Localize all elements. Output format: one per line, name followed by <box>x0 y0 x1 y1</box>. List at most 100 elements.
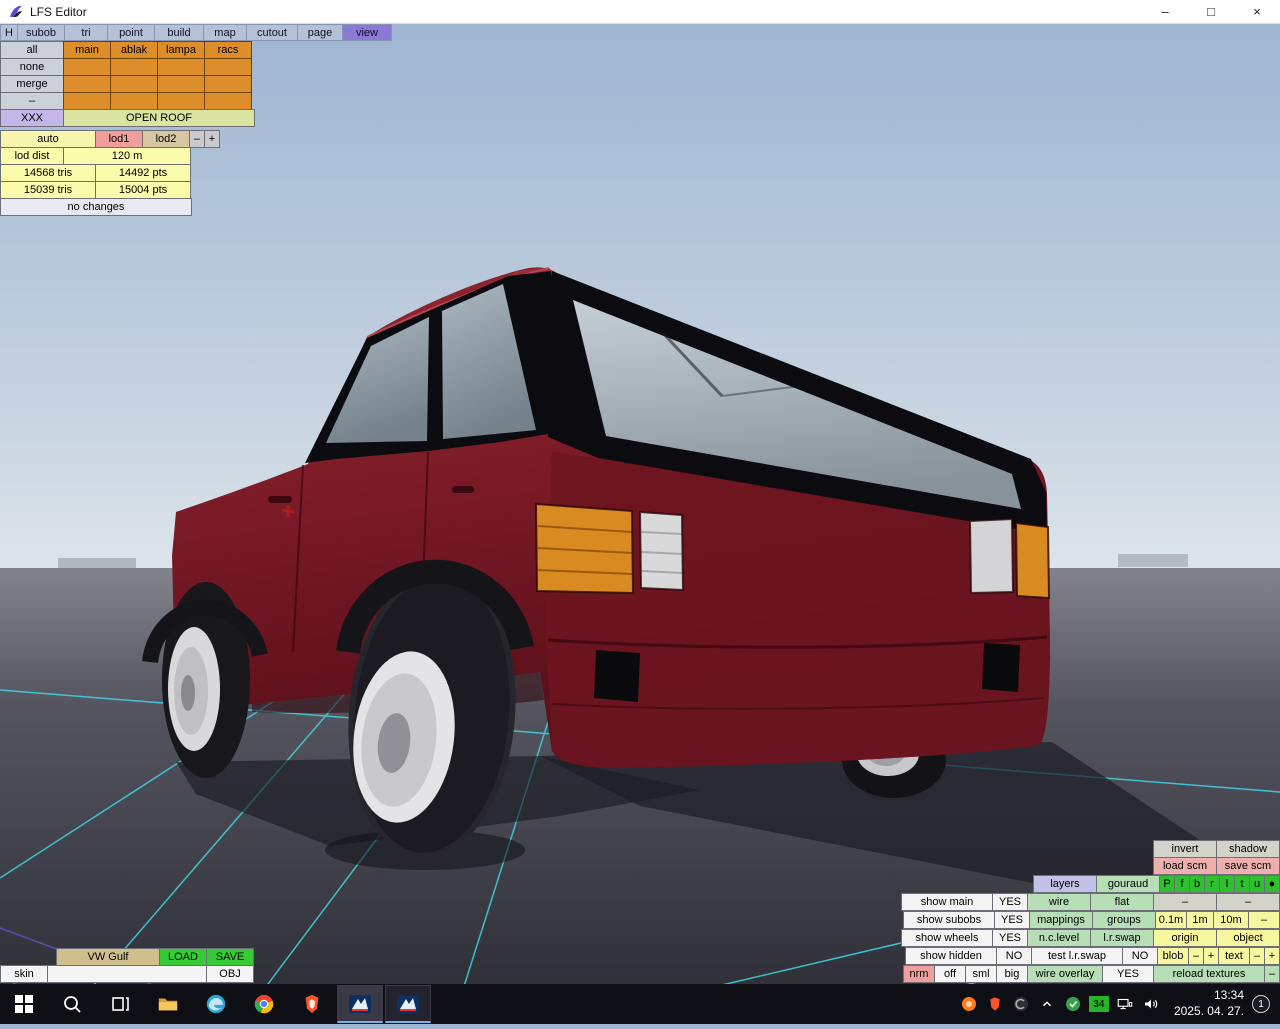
close-button[interactable]: × <box>1234 0 1280 24</box>
select-all-button[interactable]: all <box>0 41 64 59</box>
mappings-button[interactable]: mappings <box>1029 911 1093 929</box>
menu-point[interactable]: point <box>107 24 155 41</box>
group-slot[interactable] <box>63 58 111 76</box>
dash-a-button[interactable]: – <box>1153 893 1217 911</box>
group-main[interactable]: main <box>63 41 111 59</box>
proj-l-button[interactable]: l <box>1219 875 1235 893</box>
shadow-button[interactable]: shadow <box>1216 840 1280 858</box>
dash-b-button[interactable]: – <box>1216 893 1280 911</box>
group-lampa[interactable]: lampa <box>157 41 205 59</box>
group-slot[interactable] <box>63 92 111 110</box>
temp-badge-button[interactable]: 34 <box>1086 984 1112 1024</box>
show-subobs-toggle[interactable]: YES <box>994 911 1030 929</box>
file-explorer-button[interactable] <box>144 984 192 1024</box>
edge-button[interactable] <box>192 984 240 1024</box>
lod2-button[interactable]: lod2 <box>142 130 190 148</box>
search-button[interactable] <box>48 984 96 1024</box>
save-button[interactable]: SAVE <box>206 948 254 966</box>
proj-p-button[interactable]: P <box>1159 875 1175 893</box>
show-main-toggle[interactable]: YES <box>992 893 1028 911</box>
tray-swirl-button[interactable] <box>1008 984 1034 1024</box>
grid-dash-button[interactable]: – <box>1248 911 1280 929</box>
group-slot[interactable] <box>204 75 252 93</box>
origin-button[interactable]: origin <box>1153 929 1217 947</box>
proj-r-button[interactable]: r <box>1204 875 1220 893</box>
lod-plus-button[interactable]: + <box>204 130 220 148</box>
text-minus-button[interactable]: – <box>1249 947 1265 965</box>
tray-brave-button[interactable] <box>982 984 1008 1024</box>
menu-h[interactable]: H <box>0 24 18 41</box>
maximize-button[interactable]: □ <box>1188 0 1234 24</box>
text-button[interactable]: text <box>1218 947 1250 965</box>
grid-10m-button[interactable]: 10m <box>1213 911 1249 929</box>
group-slot[interactable] <box>157 58 205 76</box>
notification-badge[interactable]: 1 <box>1252 995 1270 1013</box>
test-lr-swap-toggle[interactable]: NO <box>1122 947 1158 965</box>
group-slot[interactable] <box>204 92 252 110</box>
skin-label[interactable]: skin <box>0 965 48 983</box>
blob-button[interactable]: blob <box>1157 947 1189 965</box>
load-scm-button[interactable]: load scm <box>1153 857 1217 875</box>
group-slot[interactable] <box>110 58 158 76</box>
proj-dot-button[interactable]: ● <box>1264 875 1280 893</box>
text-plus-button[interactable]: + <box>1264 947 1280 965</box>
menu-subob[interactable]: subob <box>17 24 65 41</box>
tray-orange-button[interactable] <box>956 984 982 1024</box>
grid-1m-button[interactable]: 1m <box>1186 911 1214 929</box>
show-wheels-label[interactable]: show wheels <box>901 929 993 947</box>
lod1-button[interactable]: lod1 <box>95 130 143 148</box>
group-ablak[interactable]: ablak <box>110 41 158 59</box>
obj-button[interactable]: OBJ <box>206 965 254 983</box>
wire-overlay-toggle[interactable]: YES <box>1102 965 1154 983</box>
menu-build[interactable]: build <box>154 24 204 41</box>
proj-b-button[interactable]: b <box>1189 875 1205 893</box>
show-subobs-label[interactable]: show subobs <box>903 911 995 929</box>
invert-button[interactable]: invert <box>1153 840 1217 858</box>
select-none-button[interactable]: none <box>0 58 64 76</box>
flat-button[interactable]: flat <box>1090 893 1154 911</box>
menu-map[interactable]: map <box>203 24 247 41</box>
proj-u-button[interactable]: u <box>1249 875 1265 893</box>
lod-minus-button[interactable]: – <box>189 130 205 148</box>
blob-minus-button[interactable]: – <box>1188 947 1204 965</box>
wire-overlay-label[interactable]: wire overlay <box>1027 965 1103 983</box>
menu-view[interactable]: view <box>342 24 392 41</box>
nrm-big-button[interactable]: big <box>996 965 1028 983</box>
clock[interactable]: 13:34 2025. 04. 27. <box>1174 988 1244 1019</box>
lod-auto-button[interactable]: auto <box>0 130 96 148</box>
nrm-button[interactable]: nrm <box>903 965 935 983</box>
blob-plus-button[interactable]: + <box>1203 947 1219 965</box>
show-wheels-toggle[interactable]: YES <box>992 929 1028 947</box>
open-roof-button[interactable]: OPEN ROOF <box>63 109 255 127</box>
vehicle-name[interactable]: VW Gulf <box>56 948 160 966</box>
group-slot[interactable] <box>204 58 252 76</box>
brave-button[interactable] <box>288 984 336 1024</box>
tray-green-button[interactable] <box>1060 984 1086 1024</box>
wire-button[interactable]: wire <box>1027 893 1091 911</box>
save-scm-button[interactable]: save scm <box>1216 857 1280 875</box>
grid-01m-button[interactable]: 0.1m <box>1155 911 1187 929</box>
layers-button[interactable]: layers <box>1033 875 1097 893</box>
group-slot[interactable] <box>157 92 205 110</box>
menu-cutout[interactable]: cutout <box>246 24 298 41</box>
group-racs[interactable]: racs <box>204 41 252 59</box>
chrome-button[interactable] <box>240 984 288 1024</box>
show-main-label[interactable]: show main <box>901 893 993 911</box>
menu-page[interactable]: page <box>297 24 343 41</box>
nrm-sml-button[interactable]: sml <box>965 965 997 983</box>
proj-t-button[interactable]: t <box>1234 875 1250 893</box>
gouraud-button[interactable]: gouraud <box>1096 875 1160 893</box>
lfs-editor-taskbar-button[interactable] <box>337 985 383 1023</box>
task-view-button[interactable] <box>96 984 144 1024</box>
dash-button[interactable]: – <box>0 92 64 110</box>
show-hidden-toggle[interactable]: NO <box>996 947 1032 965</box>
group-slot[interactable] <box>63 75 111 93</box>
nc-level-button[interactable]: n.c.level <box>1027 929 1091 947</box>
menu-tri[interactable]: tri <box>64 24 108 41</box>
volume-button[interactable] <box>1138 984 1164 1024</box>
xxx-button[interactable]: XXX <box>0 109 64 127</box>
proj-f-button[interactable]: f <box>1174 875 1190 893</box>
show-hidden-label[interactable]: show hidden <box>905 947 997 965</box>
reload-textures-button[interactable]: reload textures <box>1153 965 1265 983</box>
network-button[interactable] <box>1112 984 1138 1024</box>
